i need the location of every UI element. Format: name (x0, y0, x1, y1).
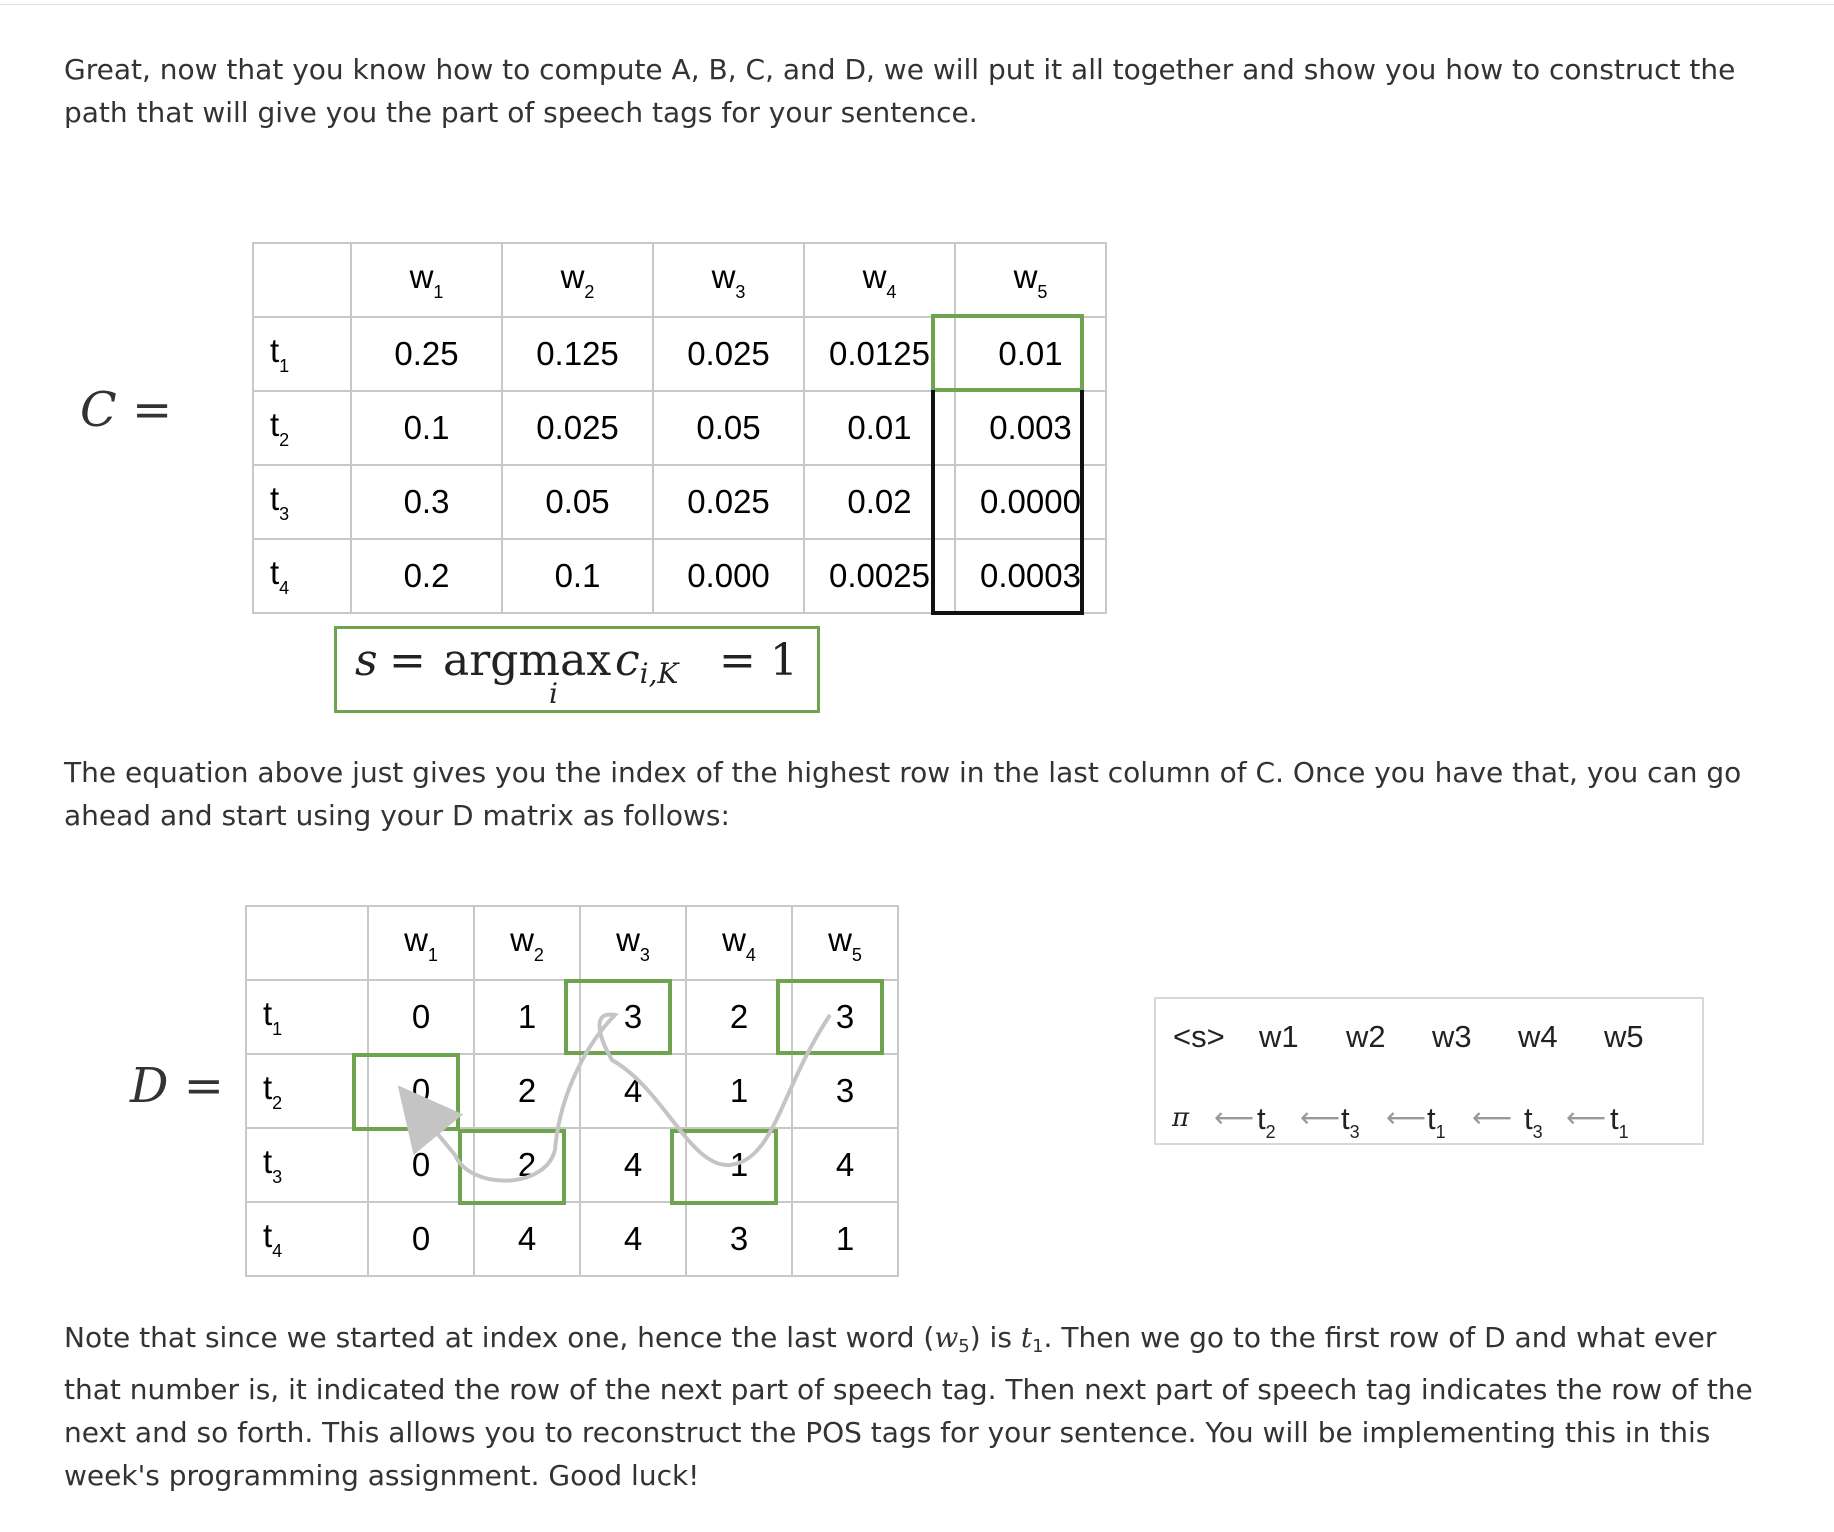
path-tag-w5: t1 (1610, 1101, 1629, 1142)
tag-path-panel: <s> w1 w2 w3 w4 w5 π ⟵ t2 ⟵ t3 ⟵ t1 ⟵ t3… (1154, 997, 1704, 1145)
backtrace-path-curve (397, 1012, 832, 1183)
arrow-left-icon: ⟵ (1214, 1101, 1255, 1134)
arrow-left-icon: ⟵ (1386, 1101, 1427, 1134)
word-start: <s> (1173, 1019, 1225, 1054)
word-w5: w5 (1604, 1019, 1644, 1054)
path-tag-w2: t3 (1341, 1101, 1360, 1142)
path-tag-w3: t1 (1427, 1101, 1446, 1142)
note-paragraph: Note that since we started at index one,… (64, 1321, 1753, 1492)
word-w4: w4 (1518, 1019, 1558, 1054)
path-tag-w1: t2 (1257, 1101, 1276, 1142)
word-w3: w3 (1432, 1019, 1472, 1054)
word-w1: w1 (1259, 1019, 1299, 1054)
pi-symbol: π (1172, 1103, 1190, 1133)
word-w2: w2 (1346, 1019, 1386, 1054)
arrow-left-icon: ⟵ (1300, 1101, 1341, 1134)
path-tag-w4: t3 (1524, 1101, 1543, 1142)
backtrace-path (397, 1012, 832, 1183)
arrow-left-icon: ⟵ (1472, 1101, 1513, 1134)
arrow-left-icon: ⟵ (1566, 1101, 1607, 1134)
